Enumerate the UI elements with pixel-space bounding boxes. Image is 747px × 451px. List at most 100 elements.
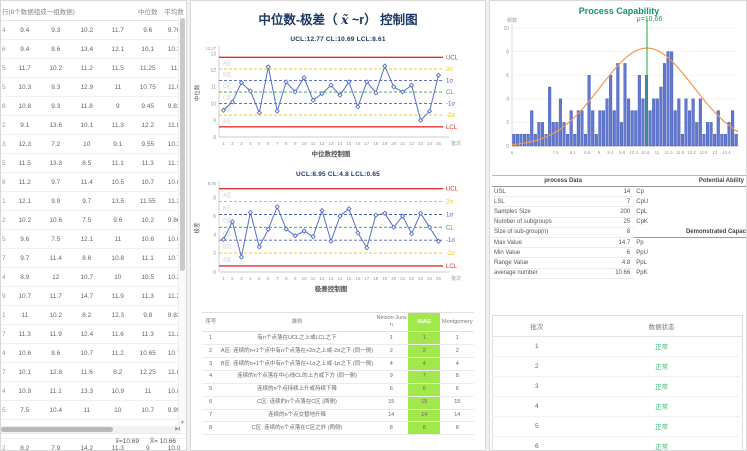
data-cell: 8.6	[40, 40, 71, 59]
process-data-value: 25	[624, 219, 631, 225]
svg-text:7.5: 7.5	[552, 150, 559, 155]
process-data-label: Range Value	[494, 260, 528, 266]
svg-text:19: 19	[382, 141, 388, 146]
table-row: 79.711.48.610.811.110.7	[1, 249, 186, 268]
rule-text: 连续的n个点落在中心线CL的上方或下方 (同一侧)	[220, 370, 375, 383]
svg-text:-1σ: -1σ	[446, 102, 455, 108]
median-cell: 11.1	[133, 249, 162, 268]
scroll-down-arrow-icon[interactable]: ▼	[179, 420, 186, 426]
data-cell: 11.7	[102, 21, 133, 40]
data-cell: 7.5	[71, 211, 102, 230]
clipped-cell: 4	[1, 21, 9, 40]
process-data-value: 6	[627, 250, 630, 256]
rule-row: 5连续的n个点持续上升或持续下降666	[202, 383, 475, 396]
clipped-cell: 5	[1, 230, 9, 249]
svg-text:2σ: 2σ	[446, 67, 453, 73]
montgomery-value: 4	[440, 358, 474, 371]
median-cell: 12.2	[133, 116, 162, 135]
svg-text:极差控制图: 极差控制图	[315, 284, 348, 293]
data-cell: 9.6	[102, 211, 133, 230]
status-badge: 正常	[581, 356, 743, 376]
data-cell: 10	[71, 135, 102, 154]
rule-text: B区: 连续的n+1个点中有n个点落在+1σ之上或-1σ之下 (同一侧)	[220, 358, 375, 371]
svg-text:2: 2	[231, 141, 234, 146]
svg-text:2: 2	[506, 120, 509, 126]
svg-text:LCL: LCL	[446, 125, 458, 131]
horizontal-scrollbar[interactable]: ▶	[1, 426, 179, 433]
data-cell: 11.7	[9, 59, 40, 78]
svg-text:10.2: 10.2	[629, 150, 638, 155]
table-row: 29.113.610.111.312.211.8	[1, 116, 186, 135]
table-row: 11110.28.212.39.89.83	[1, 306, 186, 325]
clipped-cell: 3	[1, 135, 9, 154]
data-cell: 10.2	[9, 211, 40, 230]
svg-text:11.8: 11.8	[676, 150, 685, 155]
table-row: 410.911.113.310.91110.8	[1, 382, 186, 401]
montgomery-value: 8	[440, 370, 474, 383]
data-cell: 10.9	[102, 382, 133, 401]
svg-text:21: 21	[400, 141, 406, 146]
rule-text: 连续的n个点持续上升或持续下降	[220, 383, 375, 396]
data-cell: 11.2	[71, 59, 102, 78]
raw-data-header-row: 行(8个数据组成一组数据) 中位数 平均数	[1, 1, 186, 21]
capability-index-label: PpL	[634, 258, 746, 268]
svg-text:5: 5	[258, 276, 261, 281]
process-data-value: 200	[620, 209, 630, 215]
data-cell: 10	[102, 268, 133, 287]
data-cell: 12.1	[102, 40, 133, 59]
process-data-row: Samples Size200	[492, 207, 634, 217]
data-cell: 12.1	[9, 192, 40, 211]
svg-text:A区: A区	[223, 61, 231, 67]
svg-text:17: 17	[364, 141, 370, 146]
rule-no: 1	[202, 332, 220, 345]
data-cell: 8.9	[9, 268, 40, 287]
svg-text:14: 14	[337, 276, 343, 281]
aiag-value: 14	[408, 409, 440, 422]
montgomery-value: 14	[440, 409, 474, 422]
vertical-scrollbar-thumb[interactable]	[180, 18, 185, 271]
data-cell: 11.1	[40, 382, 71, 401]
data-cell: 12.9	[71, 78, 102, 97]
clipped-cell: 8	[1, 97, 9, 116]
svg-text:3: 3	[240, 276, 243, 281]
rule-text: 有n个点落在UCL之上或LCL之下	[220, 332, 375, 345]
rule-text: C区: 连续的n个点落在C区之外 (两侧)	[220, 422, 375, 435]
svg-text:23: 23	[418, 141, 424, 146]
nelson-juran-value: 4	[374, 358, 408, 371]
capability-index-label: CpL	[634, 207, 746, 217]
svg-text:-2σ: -2σ	[446, 113, 455, 119]
table-row: 112.19.99.713.511.5511.2	[1, 192, 186, 211]
horizontal-scrollbar-thumb[interactable]	[1, 427, 113, 432]
batch-number: 2	[493, 356, 581, 376]
demonstrated-capacity-header: Demonstrated Capac	[634, 228, 746, 238]
process-data-right: Potential Ability CpCpUCpLCpKDemonstrate…	[634, 176, 746, 279]
rule-no: 4	[202, 370, 220, 383]
svg-text:8.6: 8.6	[584, 150, 591, 155]
vertical-scrollbar[interactable]: ▼	[178, 18, 186, 426]
data-cell: 12.4	[71, 325, 102, 344]
data-cell: 10.2	[71, 21, 102, 40]
rule-row: 1有n个点落在UCL之上或LCL之下111	[202, 332, 475, 345]
data-cell: 11.6	[71, 363, 102, 382]
data-cell: 11.2	[102, 344, 133, 363]
svg-text:7: 7	[276, 276, 279, 281]
svg-text:极差: 极差	[193, 222, 201, 234]
svg-text:13: 13	[210, 51, 216, 57]
svg-text:11.4: 11.4	[664, 150, 673, 155]
data-cell: 8.5	[71, 154, 102, 173]
data-cell: 9.7	[40, 173, 71, 192]
median-cell: 10.1	[133, 40, 162, 59]
mu-label: μ=10.66	[637, 16, 663, 23]
svg-text:5: 5	[258, 141, 261, 146]
data-cell: 9.1	[102, 135, 133, 154]
process-capability-panel: Process Capability μ=10.66 0246810频数67.5…	[489, 0, 747, 451]
median-cell: 10.65	[133, 344, 162, 363]
clipped-cell: 7	[1, 249, 9, 268]
data-cell: 9.7	[71, 192, 102, 211]
table-row: 510.39.312.91110.7511.0	[1, 78, 186, 97]
scroll-right-arrow-icon[interactable]: ▶	[175, 426, 179, 432]
median-cell: 10.7	[133, 401, 162, 420]
table-row: 711.311.912.411.611.311.2	[1, 325, 186, 344]
status-badge: 正常	[581, 376, 743, 396]
capability-index-label: Cp	[634, 187, 746, 197]
